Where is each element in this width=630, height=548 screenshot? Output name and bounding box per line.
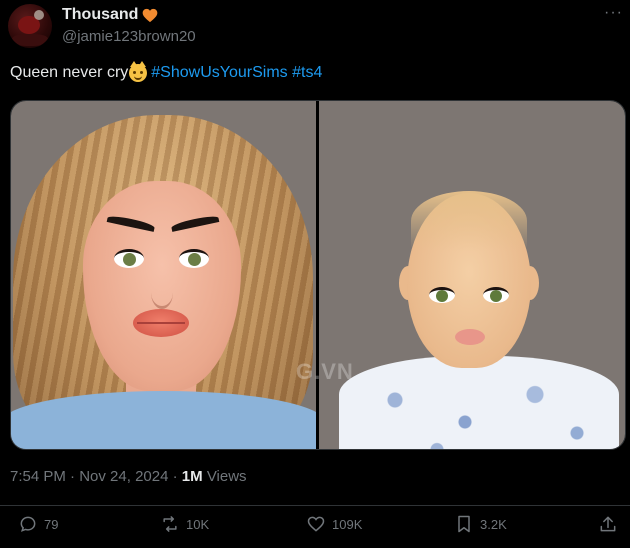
reply-icon <box>20 516 36 532</box>
author-name-row[interactable]: Thousand <box>62 6 158 24</box>
tweet-time[interactable]: 7:54 PM <box>10 468 66 485</box>
share-icon <box>600 516 616 532</box>
watermark: G.VN <box>296 359 354 384</box>
tweet-meta: 7:54 PM · Nov 24, 2024 · 1M Views <box>10 468 247 485</box>
share-button[interactable] <box>598 514 618 534</box>
hashtag-showusyoursims[interactable]: #ShowUsYourSims <box>151 64 287 82</box>
media-image-baby-sim[interactable] <box>319 101 625 449</box>
views-label: Views <box>206 468 247 485</box>
tweet-date[interactable]: Nov 24, 2024 <box>79 468 168 485</box>
author-handle[interactable]: @jamie123brown20 <box>62 28 196 45</box>
divider <box>0 505 630 506</box>
avatar[interactable] <box>8 4 52 48</box>
bookmark-icon <box>458 515 470 533</box>
media-image-adult-sim[interactable] <box>11 101 316 449</box>
orange-heart-icon <box>143 8 158 22</box>
repost-icon <box>163 516 177 532</box>
heart-icon <box>307 516 325 532</box>
repost-button[interactable]: 10K <box>160 514 209 534</box>
bookmark-count: 3.2K <box>480 516 507 532</box>
hashtag-ts4[interactable]: #ts4 <box>292 64 322 82</box>
tweet-text: Queen never cry #ShowUsYourSims #ts4 <box>10 61 322 82</box>
more-options-icon[interactable]: ··· <box>604 4 623 22</box>
action-bar: 79 10K 109K 3.2K <box>0 514 630 544</box>
tweet-body: Queen never cry <box>10 64 129 81</box>
bookmark-button[interactable]: 3.2K <box>454 514 507 534</box>
smiling-cat-emoji-icon <box>129 61 148 82</box>
reply-button[interactable]: 79 <box>18 514 58 534</box>
repost-count: 10K <box>186 516 210 532</box>
author-name[interactable]: Thousand <box>62 6 138 24</box>
reply-count: 79 <box>44 516 59 532</box>
like-count: 109K <box>332 516 363 532</box>
views-count: 1M <box>181 468 203 485</box>
tweet-media[interactable]: G.VN <box>10 100 626 450</box>
like-button[interactable]: 109K <box>306 514 362 534</box>
